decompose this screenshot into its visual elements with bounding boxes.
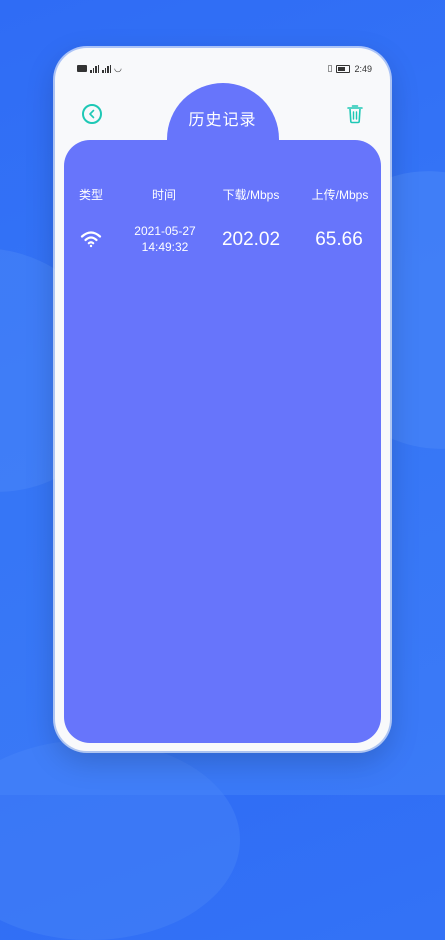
wifi-status-icon: ◡ — [114, 63, 122, 73]
signal-icon-2 — [102, 64, 111, 73]
wifi-icon — [80, 231, 102, 248]
signal-icon — [90, 64, 99, 73]
phone-frame: ◡ ▯ 2:49 历史记录 类型 时间 下载/Mbps 上传/Mbps 2021… — [55, 48, 390, 751]
row-date: 2021-05-27 — [134, 224, 196, 238]
row-download: 202.02 — [221, 229, 281, 250]
header-type: 类型 — [78, 188, 103, 202]
status-right-icons: ▯ 2:49 — [328, 63, 372, 74]
background-blob-bottom — [0, 740, 240, 940]
row-clock: 14:49:32 — [141, 240, 189, 254]
page-title: 历史记录 — [188, 112, 257, 129]
status-left-icons: ◡ — [77, 63, 122, 74]
vibrate-icon: ▯ — [327, 63, 333, 73]
row-time: 2021-05-27 14:49:32 — [125, 223, 205, 255]
status-time: 2:49 — [354, 63, 372, 74]
header-time: 时间 — [151, 188, 176, 202]
sim-card-icon — [77, 65, 87, 72]
status-bar: ◡ ▯ 2:49 — [77, 63, 372, 77]
row-upload: 65.66 — [315, 229, 363, 250]
header-upload: 上传/Mbps — [311, 188, 369, 202]
battery-icon — [336, 64, 351, 73]
header-download: 下载/Mbps — [222, 188, 280, 202]
